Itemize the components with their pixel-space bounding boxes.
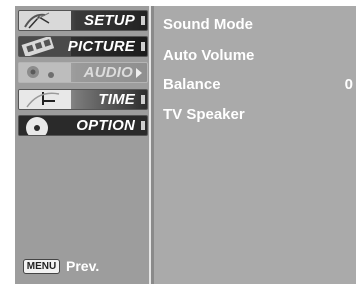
menu-tab-marker: [141, 42, 145, 51]
row-label: Auto Volume: [163, 47, 255, 64]
menu-item-label: OPTION: [76, 117, 135, 134]
balance-value: 0: [344, 76, 353, 93]
menu-item-label: SETUP: [83, 12, 135, 29]
satellite-dish-icon: [19, 11, 71, 30]
main-menu-sidebar: SETUP PICTURE AUDIO TIME OPTION MENU Pre…: [15, 6, 151, 284]
menu-row-tv-speaker[interactable]: TV Speaker: [163, 106, 353, 126]
film-reel-icon: [19, 37, 71, 56]
row-label: Sound Mode: [163, 16, 253, 33]
menu-key-badge[interactable]: MENU: [23, 259, 60, 274]
menu-item-audio[interactable]: AUDIO: [18, 62, 148, 83]
menu-item-time[interactable]: TIME: [18, 89, 148, 110]
menu-item-setup[interactable]: SETUP: [18, 10, 148, 31]
row-label: TV Speaker: [163, 106, 245, 123]
menu-item-label: AUDIO: [83, 64, 133, 81]
row-label: Balance: [163, 76, 221, 93]
speaker-icon: [19, 63, 71, 82]
menu-row-balance[interactable]: Balance 0: [163, 76, 353, 96]
prev-label: Prev.: [66, 258, 100, 274]
menu-item-picture[interactable]: PICTURE: [18, 36, 148, 57]
menu-item-label: PICTURE: [67, 38, 135, 55]
menu-item-label: TIME: [98, 91, 135, 108]
menu-tab-marker: [141, 95, 145, 104]
menu-item-option[interactable]: OPTION: [18, 115, 148, 136]
clock-icon: [19, 90, 71, 109]
option-disc-icon: [19, 116, 71, 135]
selected-arrow-icon: [136, 68, 142, 78]
menu-row-auto-volume[interactable]: Auto Volume: [163, 47, 353, 67]
osd-menu: SETUP PICTURE AUDIO TIME OPTION MENU Pre…: [15, 6, 356, 284]
menu-tab-marker: [141, 16, 145, 25]
menu-row-sound-mode[interactable]: Sound Mode: [163, 16, 353, 36]
panel-divider: [151, 6, 154, 284]
menu-tab-marker: [141, 121, 145, 130]
